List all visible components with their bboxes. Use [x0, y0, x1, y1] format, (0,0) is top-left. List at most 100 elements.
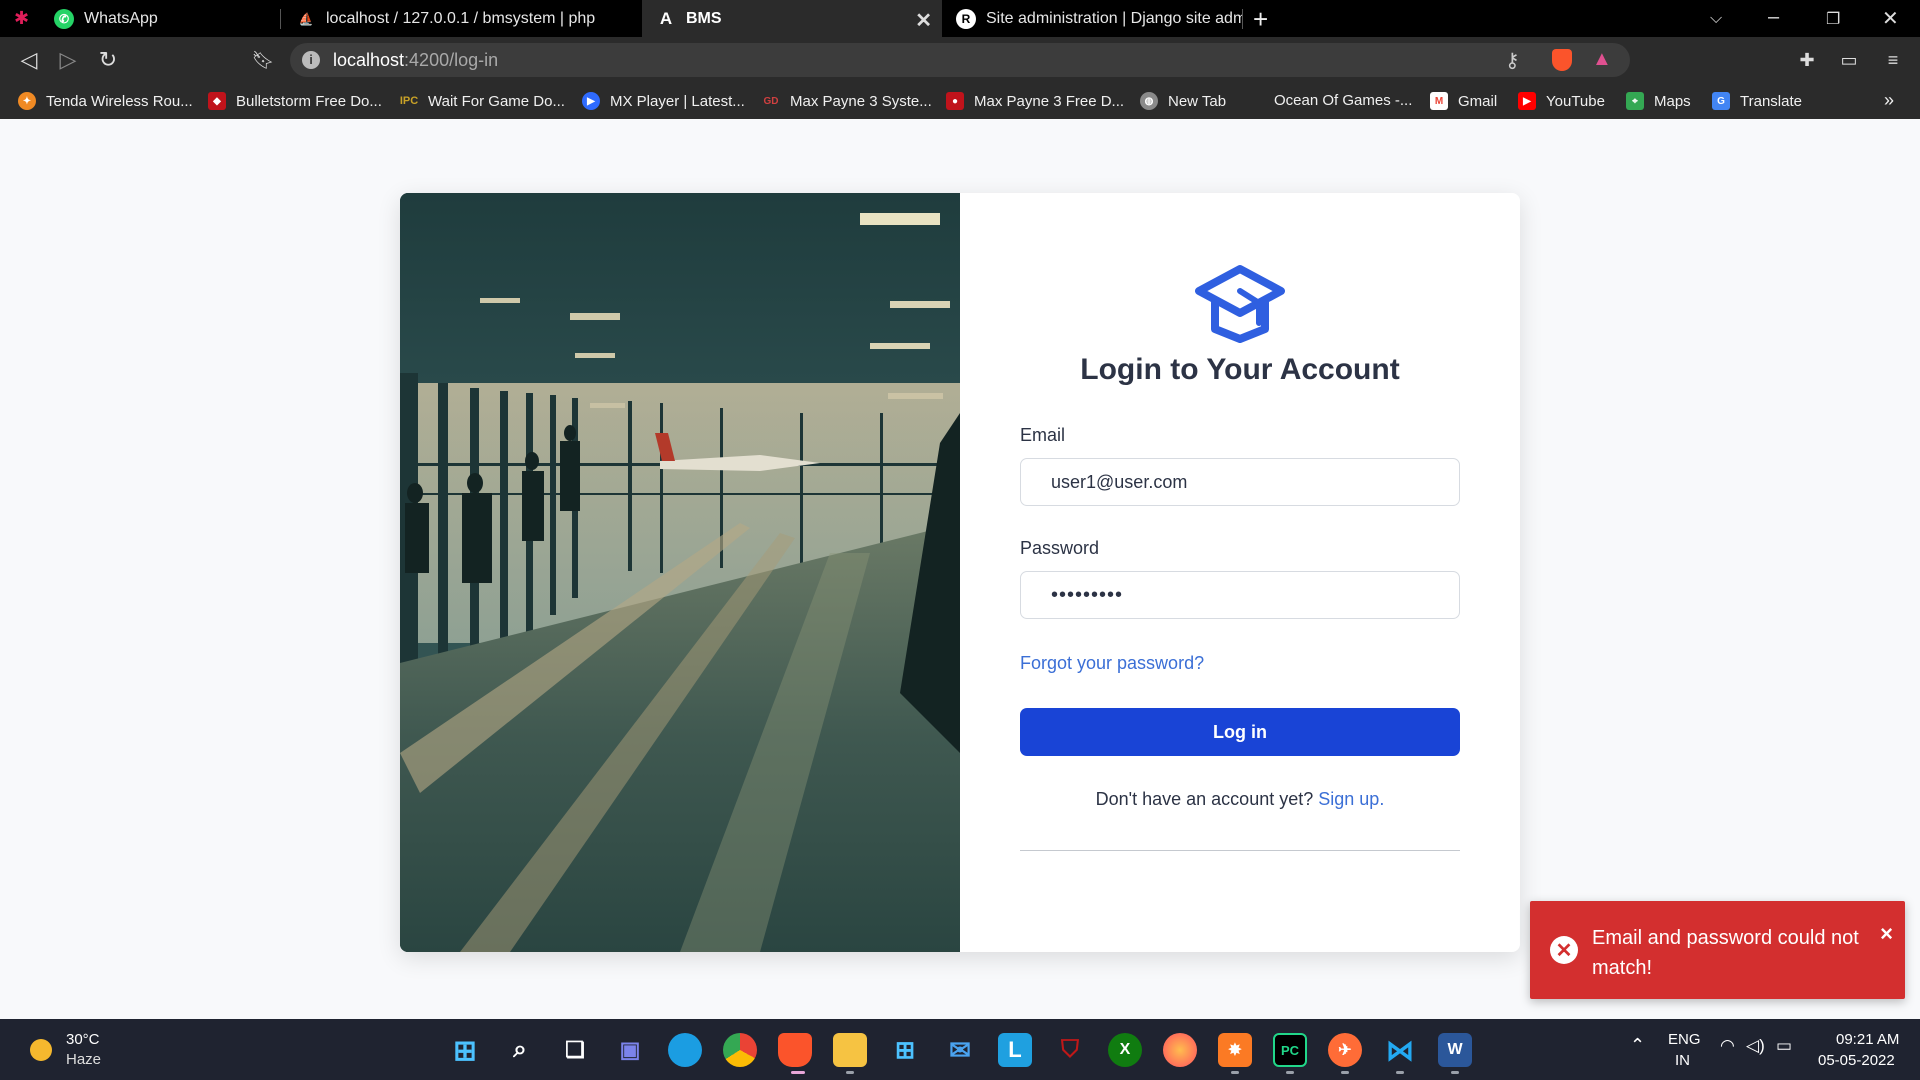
search-icon[interactable]: ⌕ — [503, 1033, 537, 1067]
error-icon: ✕ — [1550, 936, 1578, 964]
email-label: Email — [1020, 425, 1066, 445]
tab-title: WhatsApp — [84, 9, 158, 27]
task-view-icon[interactable]: ❏ — [558, 1033, 592, 1067]
vscode-icon[interactable]: ⋈ — [1383, 1033, 1417, 1067]
edge-icon[interactable] — [668, 1033, 702, 1067]
password-key-icon[interactable]: ⚷ — [1505, 48, 1520, 73]
login-button[interactable]: Log in — [1020, 708, 1460, 756]
bookmark-tenda[interactable]: ✦ Tenda Wireless Rou... — [18, 92, 193, 110]
file-explorer-icon[interactable] — [833, 1033, 867, 1067]
microsoft-store-icon[interactable]: ⊞ — [888, 1033, 922, 1067]
bookmark-ocean-of-games[interactable]: Ocean Of Games -... — [1274, 92, 1412, 109]
word-icon[interactable]: W — [1438, 1033, 1472, 1067]
pycharm-icon[interactable]: PC — [1273, 1033, 1307, 1067]
teams-chat-icon[interactable]: ▣ — [613, 1033, 647, 1067]
weather-icon[interactable] — [30, 1039, 52, 1061]
gmail-icon: M — [1430, 92, 1448, 110]
tab-search-chevron-icon[interactable]: ⌵ — [1710, 10, 1722, 28]
error-toast: ✕ Email and password could not match! × — [1530, 901, 1905, 999]
bookmark-max-payne-specs[interactable]: GD Max Payne 3 Syste... — [762, 92, 932, 110]
close-window-icon[interactable]: ✕ — [1882, 6, 1899, 31]
more-bookmarks-icon[interactable]: » — [1884, 90, 1894, 111]
close-tab-icon[interactable]: ✕ — [915, 8, 932, 33]
signup-link[interactable]: Sign up. — [1318, 789, 1384, 809]
bookmark-max-payne-free[interactable]: ● Max Payne 3 Free D... — [946, 92, 1124, 110]
volume-icon[interactable]: ◁) — [1746, 1036, 1765, 1056]
postman-icon[interactable]: ✈ — [1328, 1033, 1362, 1067]
tab-whatsapp[interactable]: ✆ WhatsApp — [40, 0, 280, 37]
bookmark-icon[interactable]: 🔖︎ — [250, 47, 276, 73]
form-divider — [1020, 850, 1460, 851]
bookmark-new-tab[interactable]: ◍ New Tab — [1140, 92, 1226, 110]
clock-time[interactable]: 09:21 AM — [1836, 1031, 1899, 1048]
login-form: Login to Your Account Email user1@user.c… — [960, 193, 1520, 952]
tab-phpmyadmin[interactable]: ⛵ localhost / 127.0.0.1 / bmsystem | php — [282, 0, 642, 37]
slack-icon[interactable]: ✱ — [14, 8, 34, 28]
menu-icon[interactable]: ≡ — [1880, 47, 1906, 73]
ipc-games-icon: IPC — [400, 92, 418, 110]
brave-rewards-icon[interactable]: ▲ — [1592, 48, 1612, 71]
l-app-icon[interactable]: L — [998, 1033, 1032, 1067]
globe-icon: ◍ — [1140, 92, 1158, 110]
password-field[interactable]: ••••••••• — [1020, 571, 1460, 619]
bookmark-bulletstorm[interactable]: ◆ Bulletstorm Free Do... — [208, 92, 382, 110]
weather-temperature[interactable]: 30°C — [66, 1031, 100, 1048]
bookmark-maps[interactable]: ⌖ Maps — [1626, 92, 1691, 110]
maps-icon: ⌖ — [1626, 92, 1644, 110]
mcafee-icon[interactable]: ⛉ — [1053, 1033, 1087, 1067]
language-indicator[interactable]: ENG — [1668, 1031, 1701, 1048]
new-tab-icon[interactable]: + — [1253, 4, 1268, 35]
url-text[interactable]: localhost:4200/log-in — [333, 50, 498, 71]
battery-icon[interactable]: ▭ — [1776, 1036, 1792, 1056]
xampp-icon[interactable]: ✸ — [1218, 1033, 1252, 1067]
site-info-icon[interactable]: i — [302, 51, 320, 69]
extensions-icon[interactable]: ✚ — [1794, 47, 1820, 73]
clock-date[interactable]: 05-05-2022 — [1818, 1052, 1895, 1069]
chrome-icon[interactable] — [723, 1033, 757, 1067]
minimize-icon[interactable]: – — [1768, 6, 1779, 29]
xbox-icon[interactable]: X — [1108, 1033, 1142, 1067]
show-hidden-icons-icon[interactable]: ⌃ — [1630, 1035, 1645, 1056]
start-icon[interactable]: ⊞ — [448, 1033, 482, 1067]
tenda-icon: ✦ — [18, 92, 36, 110]
bookmark-translate[interactable]: G Translate — [1712, 92, 1802, 110]
tab-bms[interactable]: A BMS ✕ — [642, 0, 942, 37]
brave-shields-icon[interactable] — [1552, 49, 1572, 71]
angular-icon: A — [659, 8, 673, 28]
mail-icon[interactable]: ✉ — [943, 1033, 977, 1067]
airport-photo — [400, 193, 960, 952]
bulletstorm-icon: ◆ — [208, 92, 226, 110]
signup-prompt: Don't have an account yet? Sign up. — [960, 789, 1520, 810]
weather-description[interactable]: Haze — [66, 1051, 101, 1068]
region-indicator[interactable]: IN — [1675, 1052, 1690, 1069]
firefox-icon[interactable] — [1163, 1033, 1197, 1067]
toast-message: Email and password could not match! — [1592, 927, 1859, 979]
back-icon[interactable]: ◁ — [16, 47, 42, 73]
bookmark-youtube[interactable]: ▶ YouTube — [1518, 92, 1605, 110]
wallet-icon[interactable]: ▭ — [1836, 47, 1862, 73]
bookmark-wait-for-game[interactable]: IPC Wait For Game Do... — [400, 92, 565, 110]
phpmyadmin-icon: ⛵ — [298, 11, 314, 26]
email-field[interactable]: user1@user.com — [1020, 458, 1460, 506]
forward-icon[interactable]: ▷ — [55, 47, 81, 73]
django-icon: R — [956, 8, 976, 29]
max-payne-icon: ● — [946, 92, 964, 110]
address-bar[interactable]: i localhost:4200/log-in ⚷ ▲ — [290, 43, 1630, 77]
wifi-icon[interactable]: ◠ — [1720, 1036, 1735, 1056]
browser-tab-bar: ✱ ✆ WhatsApp ⛵ localhost / 127.0.0.1 / b… — [0, 0, 1920, 37]
bookmark-gmail[interactable]: M Gmail — [1430, 92, 1497, 110]
close-toast-icon[interactable]: × — [1880, 921, 1893, 947]
brave-icon[interactable] — [778, 1033, 812, 1067]
game-debate-icon: GD — [762, 92, 780, 110]
graduation-cap-icon — [1195, 265, 1285, 343]
signup-prompt-text: Don't have an account yet? — [1095, 789, 1314, 809]
translate-icon: G — [1712, 92, 1730, 110]
bookmark-mx-player[interactable]: ▶ MX Player | Latest... — [582, 92, 745, 110]
tab-django-admin[interactable]: R Site administration | Django site admi… — [942, 0, 1242, 37]
page-title: Login to Your Account — [1080, 353, 1400, 386]
forgot-password-link[interactable]: Forgot your password? — [1020, 653, 1204, 674]
reload-icon[interactable]: ↻ — [95, 47, 121, 73]
browser-toolbar: ◁ ▷ ↻ 🔖︎ i localhost:4200/log-in ⚷ ▲ ✚ ▭… — [0, 37, 1920, 83]
password-label: Password — [1020, 538, 1100, 558]
restore-icon[interactable]: ❐ — [1826, 9, 1840, 29]
